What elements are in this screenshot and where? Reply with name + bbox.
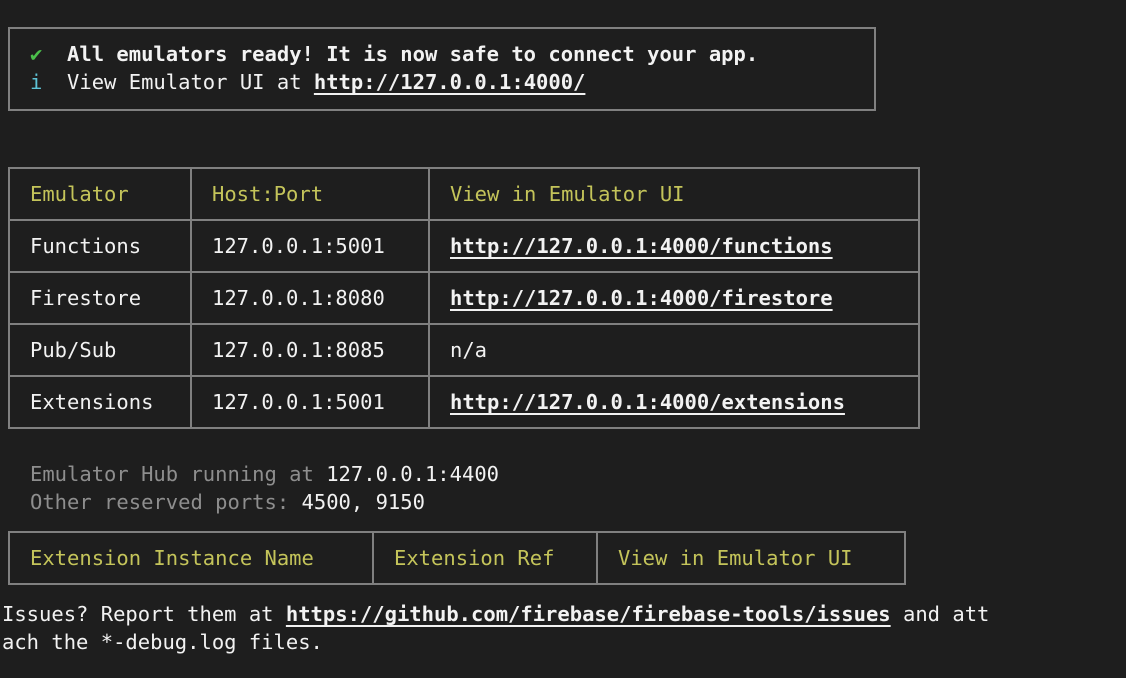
hub-label: Emulator Hub running at xyxy=(30,462,327,486)
extensions-ui-link[interactable]: http://127.0.0.1:4000/extensions xyxy=(450,390,845,414)
reserved-label: Other reserved ports: xyxy=(30,490,302,514)
hub-address: 127.0.0.1:4400 xyxy=(326,462,500,486)
view-ui-prefix: View Emulator UI at xyxy=(67,70,314,94)
table-header-row: Emulator Host:Port View in Emulator UI xyxy=(8,167,920,221)
pubsub-ui-na: n/a xyxy=(428,323,920,377)
emulator-name: Pub/Sub xyxy=(8,323,192,377)
host-port: 127.0.0.1:5001 xyxy=(190,219,430,273)
info-icon: i xyxy=(30,70,43,94)
emulator-ui-link[interactable]: http://127.0.0.1:4000/ xyxy=(314,70,586,94)
host-port: 127.0.0.1:5001 xyxy=(190,375,430,429)
table-header-row: Extension Instance Name Extension Ref Vi… xyxy=(8,531,906,585)
emulators-table: Emulator Host:Port View in Emulator UI F… xyxy=(8,167,920,429)
table-row: Pub/Sub 127.0.0.1:8085 n/a xyxy=(8,323,920,377)
table-row: Extensions 127.0.0.1:5001 http://127.0.0… xyxy=(8,375,920,429)
header-emulator: Emulator xyxy=(8,167,192,221)
issues-prefix: Issues? Report them at xyxy=(2,602,286,626)
header-extension-ref: Extension Ref xyxy=(372,531,598,585)
reserved-line: Other reserved ports: 4500, 9150 xyxy=(30,488,425,516)
check-icon: ✔ xyxy=(30,42,43,66)
header-host-port: Host:Port xyxy=(190,167,430,221)
ready-message: All emulators ready! It is now safe to c… xyxy=(67,42,759,66)
ready-line: ✔ All emulators ready! It is now safe to… xyxy=(30,40,758,68)
functions-ui-link[interactable]: http://127.0.0.1:4000/functions xyxy=(450,234,833,258)
emulator-name: Extensions xyxy=(8,375,192,429)
table-row: Functions 127.0.0.1:5001 http://127.0.0.… xyxy=(8,219,920,273)
issues-line-continued: ach the *-debug.log files. xyxy=(2,630,323,654)
header-view-ui: View in Emulator UI xyxy=(596,531,906,585)
extensions-table: Extension Instance Name Extension Ref Vi… xyxy=(8,531,906,585)
host-port: 127.0.0.1:8080 xyxy=(190,271,430,325)
issues-suffix: and att xyxy=(890,602,990,626)
firestore-ui-link[interactable]: http://127.0.0.1:4000/firestore xyxy=(450,286,833,310)
hub-line: Emulator Hub running at 127.0.0.1:4400 xyxy=(30,460,499,488)
header-extension-instance-name: Extension Instance Name xyxy=(8,531,374,585)
header-view-ui: View in Emulator UI xyxy=(428,167,920,221)
issues-line: Issues? Report them at https://github.co… xyxy=(2,600,989,628)
emulator-name: Firestore xyxy=(8,271,192,325)
view-ui-line: i View Emulator UI at http://127.0.0.1:4… xyxy=(30,68,585,96)
issues-link[interactable]: https://github.com/firebase/firebase-too… xyxy=(286,602,891,626)
host-port: 127.0.0.1:8085 xyxy=(190,323,430,377)
reserved-ports: 4500, 9150 xyxy=(301,490,425,514)
emulator-name: Functions xyxy=(8,219,192,273)
table-row: Firestore 127.0.0.1:8080 http://127.0.0.… xyxy=(8,271,920,325)
